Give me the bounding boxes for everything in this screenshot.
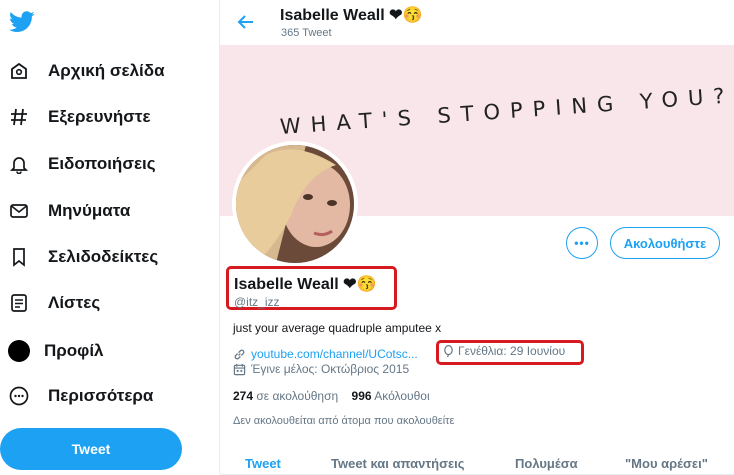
profile-joined-row: Έγινε μέλος: Οκτώβριος 2015	[233, 362, 409, 376]
birthday-text: Γενέθλια: 29 Ιουνίου	[458, 344, 566, 358]
bell-icon	[8, 153, 30, 175]
hashtag-icon	[8, 106, 30, 128]
following-count: 274	[233, 389, 254, 403]
header-title: Isabelle Weall ❤😚	[280, 5, 422, 25]
followers-label: Ακόλουθοι	[374, 389, 430, 403]
sidebar-item-label: Περισσότερα	[48, 386, 154, 405]
sidebar-item-label: Σελιδοδείκτες	[48, 247, 159, 266]
followers-stat[interactable]: 996 Ακόλουθοι	[352, 389, 430, 403]
sidebar-item-label: Εξερευνήστε	[48, 107, 151, 126]
sidebar-item-label: Ειδοποιήσεις	[48, 154, 156, 173]
tab-likes-label: Μου αρέσει	[631, 456, 702, 471]
header-tweet-count: 365 Tweet	[281, 27, 332, 39]
balloon-icon	[444, 344, 453, 357]
list-icon	[8, 292, 30, 314]
profile-avatar-icon	[8, 340, 30, 362]
mail-icon	[8, 200, 30, 222]
profile-avatar[interactable]	[232, 141, 358, 267]
tab-tweets[interactable]: Tweet	[245, 456, 281, 471]
tab-tweets-and-replies[interactable]: Tweet και απαντήσεις	[331, 456, 465, 471]
banner-text: WHAT'S STOPPING YOU?	[279, 83, 734, 139]
profile-birthday: Γενέθλια: 29 Ιουνίου	[442, 344, 565, 358]
link-icon	[234, 349, 245, 359]
sidebar-item-more[interactable]: Περισσότερα	[8, 380, 153, 412]
profile-header: Isabelle Weall ❤😚 365 Tweet	[220, 0, 734, 45]
profile-handle: @itz_izz	[234, 295, 280, 309]
tab-likes[interactable]: "Μου αρέσει"	[625, 456, 708, 471]
header-name: Isabelle Weall	[280, 7, 385, 24]
avatar-photo	[236, 145, 354, 263]
sidebar-item-bookmarks[interactable]: Σελιδοδείκτες	[8, 241, 158, 273]
following-label: σε ακολούθηση	[256, 389, 339, 403]
sidebar-item-messages[interactable]: Μηνύματα	[8, 195, 130, 227]
twitter-logo-icon[interactable]	[9, 10, 35, 34]
profile-name-text: Isabelle Weall	[234, 276, 339, 293]
tab-media[interactable]: Πολυμέσα	[515, 456, 578, 471]
profile-name-emoji: ❤😚	[343, 276, 377, 293]
profile-bio: just your average quadruple amputee x	[233, 321, 442, 335]
followers-you-know-note: Δεν ακολουθείται από άτομα που ακολουθεί…	[233, 415, 455, 427]
following-stat[interactable]: 274 σε ακολούθηση	[233, 389, 338, 403]
profile-link[interactable]: youtube.com/channel/UCotsc...	[251, 347, 418, 361]
tweet-button[interactable]: Tweet	[0, 428, 182, 470]
home-icon	[8, 60, 30, 82]
sidebar: Αρχική σελίδα Εξερευνήστε Ειδοποιήσεις Μ…	[0, 0, 219, 474]
calendar-icon	[233, 363, 246, 375]
joined-text: Έγινε μέλος: Οκτώβριος 2015	[251, 362, 410, 376]
more-icon	[8, 385, 30, 407]
profile-name: Isabelle Weall ❤😚	[234, 274, 376, 294]
sidebar-item-label: Αρχική σελίδα	[48, 61, 165, 80]
bookmark-icon	[8, 246, 30, 268]
follow-button[interactable]: Ακολουθήστε	[610, 227, 720, 259]
sidebar-item-label: Λίστες	[48, 293, 101, 312]
sidebar-item-label: Προφίλ	[44, 341, 104, 360]
follow-stats: 274 σε ακολούθηση 996 Ακόλουθοι	[233, 389, 430, 403]
profile-link-row: youtube.com/channel/UCotsc...	[233, 345, 418, 363]
sidebar-item-lists[interactable]: Λίστες	[8, 287, 100, 319]
sidebar-item-home[interactable]: Αρχική σελίδα	[8, 55, 165, 87]
sidebar-item-profile[interactable]: Προφίλ	[8, 335, 104, 367]
back-arrow-icon[interactable]	[235, 11, 257, 33]
sidebar-item-label: Μηνύματα	[48, 201, 131, 220]
header-emoji: ❤😚	[389, 7, 423, 24]
more-options-button[interactable]: •••	[566, 227, 598, 259]
profile-tabs: Tweet Tweet και απαντήσεις Πολυμέσα "Μου…	[220, 449, 734, 475]
followers-count: 996	[351, 389, 372, 403]
sidebar-item-explore[interactable]: Εξερευνήστε	[8, 101, 151, 133]
profile-panel: Isabelle Weall ❤😚 365 Tweet WHAT'S STOPP…	[219, 0, 734, 475]
sidebar-item-notifications[interactable]: Ειδοποιήσεις	[8, 148, 156, 180]
